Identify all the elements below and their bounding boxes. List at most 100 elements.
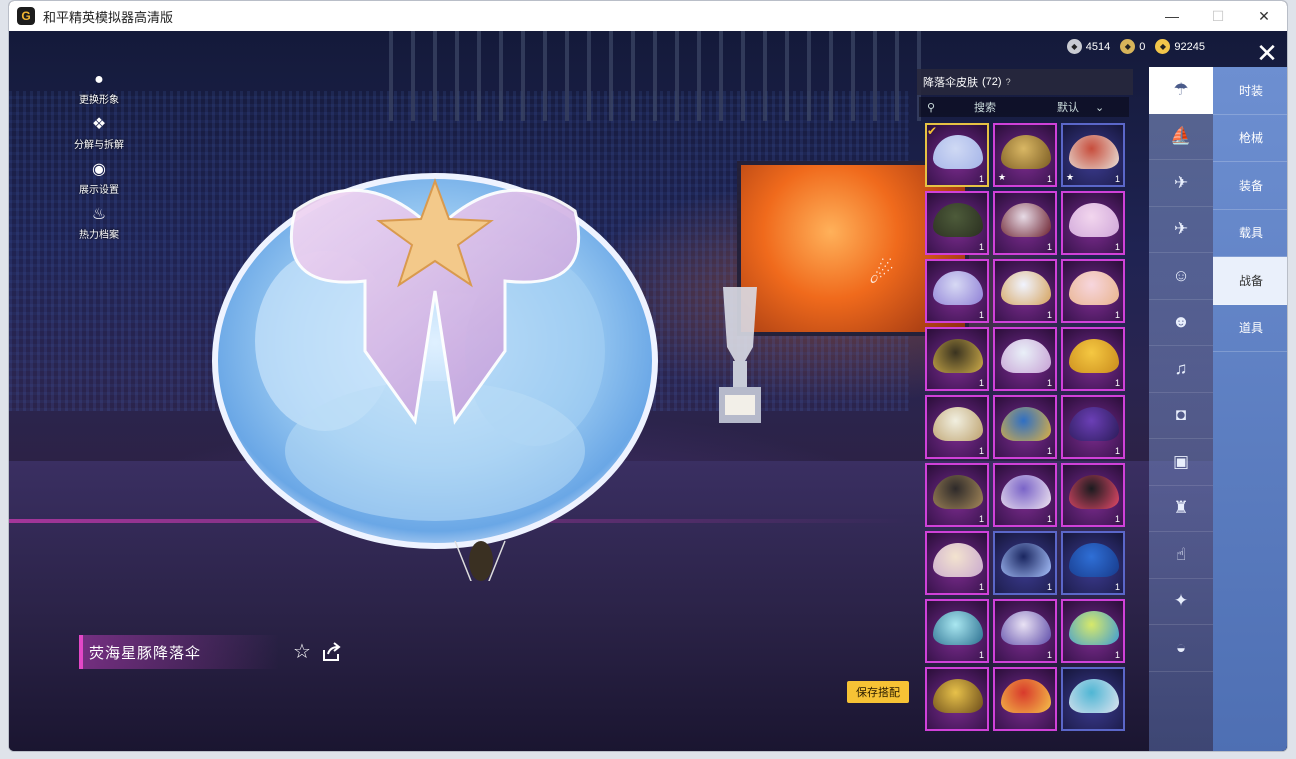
- item-quantity: 1: [1114, 514, 1120, 524]
- display-settings-button[interactable]: ◉ 展示设置: [71, 161, 127, 196]
- parachute-thumbnail-icon: [1001, 339, 1051, 373]
- emote-face-icon[interactable]: ☺: [1149, 253, 1213, 300]
- game-viewport: ☄ ● 更换形象 ❖ 分解与拆解 ◉ 展示设置 ♨ 热力档案 荧海星豚降落伞 ☆…: [9, 31, 1287, 751]
- category-tab[interactable]: 装备: [1213, 162, 1287, 210]
- silver-amount: 4514: [1085, 40, 1111, 53]
- item-quantity: 1: [978, 174, 984, 184]
- skin-item[interactable]: 1: [993, 191, 1057, 255]
- parachute-thumbnail-icon: [1069, 271, 1119, 305]
- skin-item[interactable]: 1: [1061, 395, 1125, 459]
- currency-medal: ◆ 0: [1120, 39, 1145, 54]
- parachute-thumbnail-icon: [1001, 475, 1051, 509]
- parachute-thumbnail-icon: [933, 407, 983, 441]
- plate-icon[interactable]: ◒: [1149, 625, 1213, 672]
- skin-item[interactable]: 1: [993, 259, 1057, 323]
- medal-amount: 0: [1139, 40, 1146, 53]
- parachute-thumbnail-icon: [1001, 135, 1051, 169]
- maximize-button[interactable]: ☐: [1195, 1, 1241, 31]
- category-tab[interactable]: 战备: [1213, 257, 1287, 305]
- skin-item[interactable]: 1: [993, 463, 1057, 527]
- skin-item[interactable]: 1: [1061, 599, 1125, 663]
- skin-item[interactable]: 1: [925, 191, 989, 255]
- favorite-star-icon[interactable]: ☆: [293, 641, 315, 663]
- skin-item[interactable]: 1: [1061, 327, 1125, 391]
- skin-item[interactable]: 1: [925, 327, 989, 391]
- share-icon[interactable]: [321, 641, 343, 663]
- currency-bar: ◆ 4514 ◆ 0 ◆ 92245: [1066, 39, 1205, 54]
- skin-item[interactable]: 1: [993, 599, 1057, 663]
- heat-archive-button[interactable]: ♨ 热力档案: [71, 206, 127, 241]
- parachute-preview[interactable]: [205, 121, 665, 581]
- parachute-thumbnail-icon: [1069, 203, 1119, 237]
- picture-frame-icon[interactable]: ▣: [1149, 439, 1213, 486]
- category-tab[interactable]: 道具: [1213, 305, 1287, 352]
- skin-item[interactable]: 1: [993, 327, 1057, 391]
- skin-item[interactable]: 1: [925, 259, 989, 323]
- skin-item[interactable]: [993, 667, 1057, 731]
- skin-item[interactable]: [925, 667, 989, 731]
- decompose-button[interactable]: ❖ 分解与拆解: [71, 116, 127, 151]
- close-icon[interactable]: ✕: [1253, 39, 1281, 67]
- parachute-icon[interactable]: ☂: [1149, 67, 1213, 114]
- skin-item[interactable]: 1: [993, 531, 1057, 595]
- silver-coin-icon: ◆: [1066, 39, 1082, 54]
- parachute-thumbnail-icon: [933, 271, 983, 305]
- medal-coin-icon: ◆: [1120, 39, 1136, 54]
- category-rail: 时装 枪械 装备 载具 战备 道具: [1213, 67, 1287, 751]
- minimize-button[interactable]: —: [1149, 1, 1195, 31]
- item-quantity: 1: [1114, 310, 1120, 320]
- sort-dropdown[interactable]: 默认 ⌄: [1057, 99, 1104, 115]
- flame-icon: ♨: [91, 206, 107, 223]
- decompose-label: 分解与拆解: [74, 140, 124, 151]
- trophy-image: [719, 287, 761, 423]
- skin-item[interactable]: 1: [1061, 259, 1125, 323]
- skin-item[interactable]: ★ 1: [1061, 123, 1125, 187]
- search-input[interactable]: 搜索: [939, 99, 1031, 115]
- app-logo-icon: G: [17, 7, 35, 25]
- skin-item[interactable]: 1: [925, 531, 989, 595]
- skin-item[interactable]: 1: [993, 395, 1057, 459]
- search-row: ⚲ 搜索 默认 ⌄: [919, 97, 1129, 117]
- screen-graphic: ☄: [869, 258, 895, 289]
- skin-item[interactable]: 1: [925, 599, 989, 663]
- skin-item[interactable]: ★ 1: [993, 123, 1057, 187]
- skin-item[interactable]: 1: [1061, 531, 1125, 595]
- window-close-button[interactable]: ✕: [1241, 1, 1287, 31]
- drone-icon[interactable]: ✈: [1149, 160, 1213, 207]
- skin-item[interactable]: [1061, 667, 1125, 731]
- airplane-icon[interactable]: ✈: [1149, 207, 1213, 253]
- item-quantity: 1: [1114, 582, 1120, 592]
- speaker-icon[interactable]: ♫: [1149, 346, 1213, 393]
- lighting-rig: [389, 31, 929, 121]
- hand-gesture-icon[interactable]: ☝: [1149, 532, 1213, 579]
- help-icon[interactable]: ?: [1006, 77, 1011, 87]
- chevron-down-icon: ⌄: [1095, 101, 1105, 114]
- item-quantity: 1: [978, 310, 984, 320]
- fire-extinguisher-icon[interactable]: ♜: [1149, 486, 1213, 532]
- item-quantity: 1: [1046, 310, 1052, 320]
- skin-item[interactable]: 1: [925, 463, 989, 527]
- parachute-thumbnail-icon: [1001, 203, 1051, 237]
- robot-icon[interactable]: ☻: [1149, 300, 1213, 346]
- item-quantity: 1: [978, 514, 984, 524]
- item-quantity: 1: [1114, 650, 1120, 660]
- magic-wand-icon[interactable]: ✦: [1149, 579, 1213, 625]
- skin-item[interactable]: 1: [1061, 463, 1125, 527]
- item-quantity: 1: [978, 242, 984, 252]
- parachute-thumbnail-icon: [1069, 679, 1119, 713]
- save-outfit-button[interactable]: 保存搭配: [847, 681, 909, 703]
- parachute-thumbnail-icon: [933, 543, 983, 577]
- item-quantity: 1: [978, 650, 984, 660]
- item-quantity: 1: [1114, 378, 1120, 388]
- skin-item[interactable]: 1: [1061, 191, 1125, 255]
- skin-item[interactable]: ✔ 1: [925, 123, 989, 187]
- skin-item[interactable]: 1: [925, 395, 989, 459]
- boat-icon[interactable]: ⛵: [1149, 114, 1213, 160]
- category-tab[interactable]: 时装: [1213, 67, 1287, 115]
- change-appearance-button[interactable]: ● 更换形象: [71, 71, 127, 106]
- item-quantity: 1: [978, 582, 984, 592]
- category-tab[interactable]: 枪械: [1213, 115, 1287, 162]
- category-tab[interactable]: 载具: [1213, 210, 1287, 257]
- heat-archive-label: 热力档案: [79, 230, 119, 241]
- gamepad-icon[interactable]: ◘: [1149, 393, 1213, 439]
